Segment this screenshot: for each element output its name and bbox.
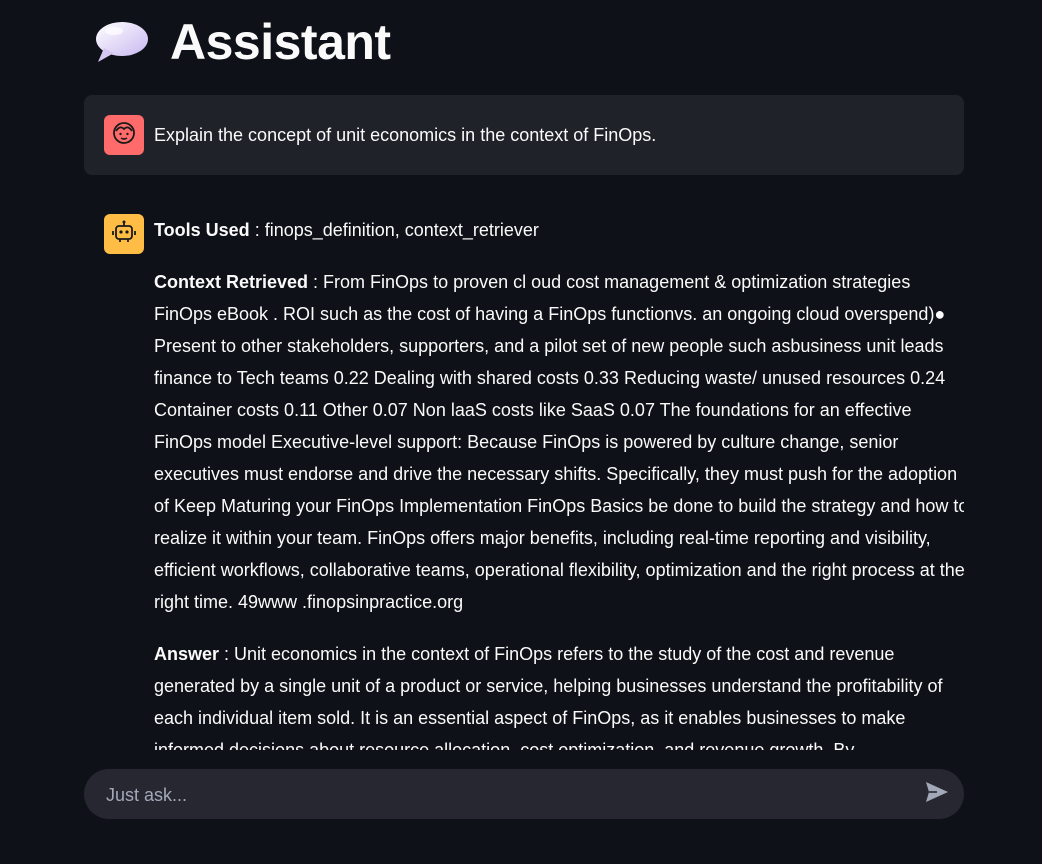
send-button[interactable] (922, 779, 952, 809)
chat-input-container (84, 769, 964, 821)
page-header: Assistant (94, 14, 391, 70)
speech-balloon-icon (94, 20, 150, 64)
assistant-avatar (104, 214, 144, 254)
answer-value: : Unit economics in the context of FinOp… (154, 644, 943, 750)
tools-used-line: Tools Used : finops_definition, context_… (154, 214, 964, 246)
answer-paragraph: Answer : Unit economics in the context o… (154, 638, 964, 750)
tools-used-value: : finops_definition, context_retriever (249, 220, 539, 240)
chat-input[interactable] (104, 769, 908, 821)
user-message: Explain the concept of unit economics in… (104, 115, 656, 155)
page-title: Assistant (170, 14, 391, 70)
robot-icon (111, 219, 137, 250)
send-arrow-icon (925, 781, 949, 808)
context-retrieved-label: Context Retrieved (154, 272, 309, 292)
context-retrieved-paragraph: Context Retrieved : From FinOps to prove… (154, 266, 964, 618)
answer-label: Answer (154, 644, 220, 664)
chat-page: Assistant Explain the concept of unit ec… (0, 0, 1042, 864)
user-face-icon (111, 120, 137, 151)
assistant-message: Tools Used : finops_definition, context_… (104, 214, 964, 750)
user-avatar (104, 115, 144, 155)
user-message-text: Explain the concept of unit economics in… (154, 125, 657, 145)
assistant-message-content: Tools Used : finops_definition, context_… (154, 214, 964, 750)
context-retrieved-value: : From FinOps to proven cl oud cost mana… (154, 272, 964, 612)
tools-used-label: Tools Used (154, 220, 250, 240)
